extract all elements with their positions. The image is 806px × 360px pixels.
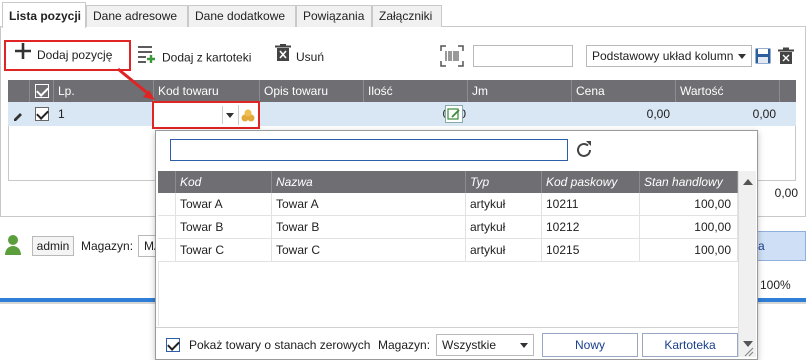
tab-dane-adresowe[interactable]: Dane adresowe	[86, 5, 188, 27]
table-row[interactable]: Towar A Towar A artykuł 10211 100,00	[158, 193, 738, 216]
zoom-level: 100%	[760, 278, 791, 292]
popup-header-indicator	[158, 171, 176, 193]
cell-stan: 100,00	[640, 216, 738, 238]
toolbar-search-input[interactable]	[473, 45, 573, 67]
add-item-button[interactable]: Dodaj pozycję	[4, 40, 131, 71]
col-header-opis-towaru[interactable]: Opis towaru	[260, 80, 364, 102]
popup-col-kod-paskowy[interactable]: Kod paskowy	[542, 171, 640, 193]
cell-kod-paskowy: 10212	[542, 216, 640, 238]
product-code-input[interactable]	[156, 105, 222, 125]
chevron-down-icon	[738, 54, 746, 59]
row-checkbox[interactable]	[35, 107, 49, 121]
cell-stan: 100,00	[640, 193, 738, 215]
cell-nazwa: Towar B	[272, 216, 466, 238]
coins-icon[interactable]	[238, 105, 256, 125]
popup-grid-empty	[158, 262, 738, 326]
plus-icon	[14, 42, 32, 70]
cell-typ: artykuł	[466, 216, 542, 238]
cell-typ: artykuł	[466, 193, 542, 215]
popup-magazyn-select[interactable]: Wszystkie	[436, 334, 534, 356]
cell-kod-paskowy: 10215	[542, 239, 640, 261]
popup-scrollbar[interactable]	[738, 171, 756, 357]
user-badge[interactable]: admin	[32, 236, 74, 256]
table-row[interactable]: Towar C Towar C artykuł 10215 100,00	[158, 239, 738, 262]
col-header-jm[interactable]: Jm	[468, 80, 572, 102]
chevron-down-icon[interactable]	[222, 106, 236, 124]
product-picker-popup: Kod Nazwa Typ Kod paskowy Stan handlowy …	[155, 130, 758, 360]
tab-bar: Lista pozycji Dane adresowe Dane dodatko…	[0, 0, 806, 28]
layout-select-value: Podstawowy układ kolumn	[592, 49, 734, 63]
show-zero-stock-checkbox[interactable]	[166, 338, 180, 352]
new-product-button[interactable]: Nowy	[542, 333, 638, 357]
popup-footer-separator	[156, 327, 738, 328]
grid-header-indicator	[8, 80, 30, 102]
add-item-label: Dodaj pozycję	[37, 48, 113, 63]
refresh-icon[interactable]	[574, 139, 594, 161]
delete-label: Usuń	[296, 50, 325, 64]
popup-grid-header: Kod Nazwa Typ Kod paskowy Stan handlowy	[158, 171, 738, 193]
select-all-checkbox[interactable]	[35, 84, 49, 98]
cell-stan: 100,00	[640, 239, 738, 261]
footer-magazyn-label: Magazyn:	[81, 239, 134, 253]
popup-col-typ[interactable]: Typ	[466, 171, 542, 193]
popup-col-kod[interactable]: Kod	[176, 171, 272, 193]
resize-grip-icon[interactable]	[742, 345, 754, 357]
tab-dane-dodatkowe[interactable]: Dane dodatkowe	[188, 5, 296, 27]
cell-nazwa: Towar C	[272, 239, 466, 261]
tab-zalaczniki[interactable]: Załączniki	[372, 5, 442, 27]
row-indicator	[158, 193, 176, 215]
grid-header-select-all[interactable]	[30, 80, 54, 102]
popup-magazyn-label: Magazyn:	[378, 338, 431, 352]
delete-button[interactable]: Usuń	[275, 44, 335, 70]
tab-powiazania[interactable]: Powiązania	[296, 5, 372, 27]
show-zero-stock-label: Pokaż towary o stanach zerowych	[189, 338, 371, 352]
col-header-kod-towaru[interactable]: Kod towaru	[154, 80, 260, 102]
popup-search-input[interactable]	[170, 139, 568, 161]
chevron-down-icon	[520, 343, 528, 348]
annotation-arrow	[117, 67, 155, 100]
edit-quantity-button[interactable]	[445, 105, 463, 123]
row-lp: 1	[58, 107, 65, 121]
col-header-ilosc[interactable]: Ilość	[364, 80, 468, 102]
popup-magazyn-value: Wszystkie	[442, 338, 496, 352]
add-from-card-label: Dodaj z kartoteki	[162, 50, 252, 65]
cell-nazwa: Towar A	[272, 193, 466, 215]
barcode-scan-icon[interactable]	[440, 45, 464, 67]
col-header-wartosc[interactable]: Wartość	[676, 80, 780, 102]
cell-kod: Towar C	[176, 239, 272, 261]
row-indicator	[158, 239, 176, 261]
product-card-button[interactable]: Kartoteka	[642, 333, 738, 357]
cell-kod-paskowy: 10211	[542, 193, 640, 215]
cell-typ: artykuł	[466, 239, 542, 261]
cell-kod: Towar B	[176, 216, 272, 238]
user-avatar-icon	[4, 234, 22, 256]
cell-kod: Towar A	[176, 193, 272, 215]
scroll-up-icon[interactable]	[743, 179, 753, 185]
trash-icon	[275, 44, 291, 71]
delete-layout-icon[interactable]	[778, 47, 794, 65]
popup-col-stan-handlowy[interactable]: Stan handlowy	[640, 171, 738, 193]
col-header-cena[interactable]: Cena	[572, 80, 676, 102]
edit-row-icon	[12, 102, 26, 126]
row-wartosc: 0,00	[752, 107, 776, 121]
tab-lista-pozycji[interactable]: Lista pozycji	[2, 2, 86, 28]
layout-select[interactable]: Podstawowy układ kolumn	[586, 45, 752, 67]
table-row[interactable]: Towar B Towar B artykuł 10212 100,00	[158, 216, 738, 239]
popup-col-nazwa[interactable]: Nazwa	[272, 171, 466, 193]
row-cena[interactable]: 0,00	[572, 102, 670, 126]
row-indicator	[158, 216, 176, 238]
save-layout-icon[interactable]	[755, 47, 771, 65]
product-code-cell[interactable]	[152, 101, 260, 129]
